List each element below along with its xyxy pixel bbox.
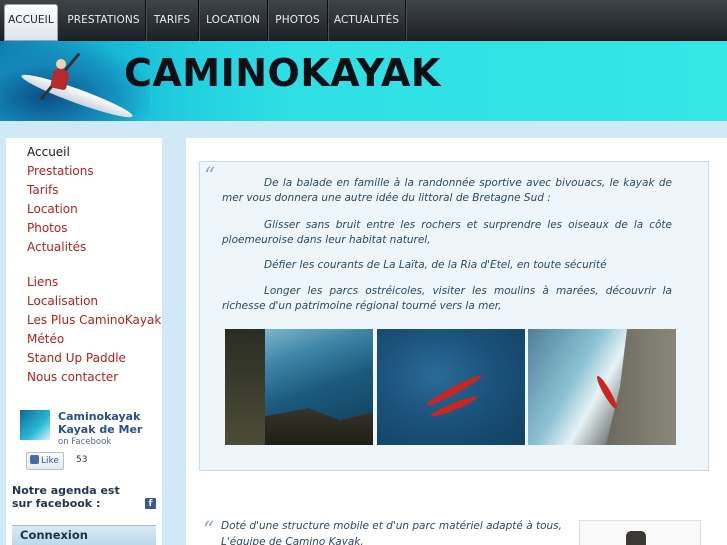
intro-paragraph-4: Longer les parcs ostréicoles, visiter le… [222, 285, 672, 312]
site-logo[interactable]: CAMINOKAYAK [124, 51, 441, 95]
like-label: Like [41, 456, 59, 466]
sidebar-item-actualites[interactable]: Actualités [27, 240, 86, 254]
equipment-photo[interactable] [579, 520, 701, 545]
tab-location[interactable]: LOCATION [199, 0, 268, 41]
sidebar-item-localisation[interactable]: Localisation [27, 294, 98, 308]
facebook-page-name-2[interactable]: Kayak de Mer [58, 423, 142, 436]
photo-cliff [606, 329, 676, 445]
connexion-header[interactable]: Connexion [12, 525, 156, 545]
sidebar-item-les-plus[interactable]: Les Plus CaminoKayak [27, 313, 161, 327]
facebook-on-label: on Facebook [58, 437, 112, 447]
photo-object [626, 531, 646, 545]
tab-photos[interactable]: PHOTOS [268, 0, 328, 41]
quote-mark-icon: “ [204, 164, 216, 189]
quote-mark-icon-2: “ [203, 518, 215, 543]
sidebar-item-location[interactable]: Location [27, 202, 78, 216]
thumbs-up-icon [30, 455, 39, 464]
tab-accueil[interactable]: ACCUEIL [4, 4, 58, 41]
tab-tarifs[interactable]: TARIFS [146, 0, 199, 41]
sidebar-item-accueil[interactable]: Accueil [27, 145, 70, 159]
sidebar-item-nous-contacter[interactable]: Nous contacter [27, 370, 118, 384]
photo-rock-shore [265, 408, 373, 445]
facebook-icon[interactable]: f [145, 498, 156, 509]
photo-coastline[interactable] [225, 329, 373, 445]
sidebar-item-liens[interactable]: Liens [27, 275, 58, 289]
facebook-like-button[interactable]: Like [26, 452, 64, 470]
second-quote-box: “ Doté d'une structure mobile et d'un pa… [199, 516, 709, 545]
top-navigation: ACCUEIL PRESTATIONS TARIFS LOCATION PHOT… [0, 0, 727, 41]
header-banner: CAMINOKAYAK [0, 41, 727, 121]
intro-quote-box: “ De la balade en famille à la randonnée… [199, 161, 709, 471]
sidebar-item-prestations[interactable]: Prestations [27, 164, 94, 178]
agenda-text: Notre agenda est sur facebook : [12, 484, 120, 510]
sidebar-item-stand-up-paddle[interactable]: Stand Up Paddle [27, 351, 126, 365]
second-quote-line-1: Doté d'une structure mobile et d'un parc… [221, 520, 562, 532]
intro-paragraph-1: De la balade en famille à la randonnée s… [222, 177, 672, 204]
sidebar-item-tarifs[interactable]: Tarifs [27, 183, 58, 197]
photo-cliffs[interactable] [528, 329, 676, 445]
tab-prestations[interactable]: PRESTATIONS [62, 0, 146, 41]
main-content: “ De la balade en famille à la randonnée… [186, 138, 727, 545]
sidebar: Accueil Prestations Tarifs Location Phot… [6, 138, 162, 545]
photo-kayak-3 [594, 374, 620, 411]
facebook-page-name[interactable]: Caminokayak [58, 410, 140, 423]
intro-paragraph-3: Défier les courants de La Laïta, de la R… [264, 259, 607, 271]
photo-kayakers[interactable] [377, 329, 525, 445]
second-quote-line-2: L'équipe de Camino Kayak, [221, 536, 364, 545]
like-count: 53 [76, 455, 88, 465]
intro-paragraph-2: Glisser sans bruit entre les rochers et … [222, 219, 672, 246]
sidebar-item-photos[interactable]: Photos [27, 221, 67, 235]
photo-rock [225, 329, 265, 445]
sidebar-item-meteo[interactable]: Météo [27, 332, 64, 346]
banner-paddler-head [56, 59, 66, 69]
tab-actualites[interactable]: ACTUALITÉS [328, 0, 406, 41]
facebook-page-avatar[interactable] [20, 410, 50, 440]
